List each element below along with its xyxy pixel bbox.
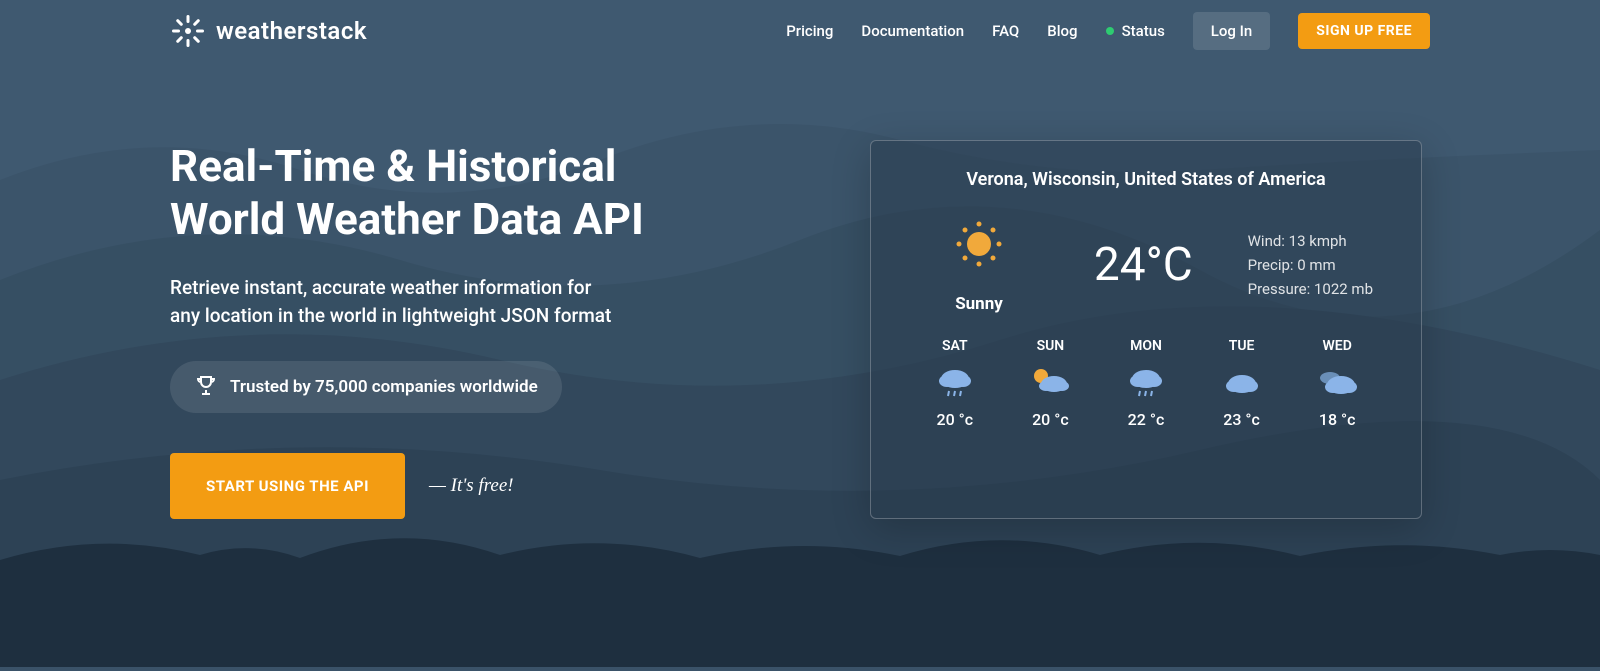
forecast-day: MON 22 °c: [1098, 338, 1194, 429]
hero-title-line2: World Weather Data API: [170, 193, 644, 245]
trophy-icon: [194, 373, 218, 401]
header: weatherstack Pricing Documentation FAQ B…: [0, 0, 1600, 50]
forecast-temp: 22 °c: [1128, 410, 1165, 429]
current-details: Wind: 13 kmph Precip: 0 mm Pressure: 102…: [1248, 232, 1373, 298]
cloudy-icon: [1315, 364, 1359, 400]
weather-location: Verona, Wisconsin, United States of Amer…: [907, 169, 1385, 190]
current-condition: Sunny: [955, 294, 1003, 314]
nav-documentation[interactable]: Documentation: [861, 22, 964, 40]
cloud-icon: [1222, 364, 1262, 400]
weather-current: Sunny 24°C Wind: 13 kmph Precip: 0 mm Pr…: [907, 216, 1385, 314]
forecast-temp: 23 °c: [1223, 410, 1260, 429]
forecast-temp: 20 °c: [1032, 410, 1069, 429]
trusted-text: Trusted by 75,000 companies worldwide: [230, 377, 538, 397]
cta-note: — It's free!: [429, 475, 514, 497]
rain-cloud-icon: [1126, 364, 1166, 400]
sun-icon: [951, 216, 1007, 276]
cta-row: START USING THE API — It's free!: [170, 453, 810, 519]
hero-title: Real-Time & Historical World Weather Dat…: [170, 140, 810, 246]
forecast-day: SAT 20 °c: [907, 338, 1003, 429]
weather-widget: Verona, Wisconsin, United States of Amer…: [870, 140, 1422, 519]
status-label: Status: [1122, 22, 1165, 40]
brand-name: weatherstack: [216, 17, 367, 45]
nav-pricing[interactable]: Pricing: [786, 22, 833, 40]
forecast-day-label: SAT: [942, 338, 968, 354]
forecast-day: TUE 23 °c: [1194, 338, 1290, 429]
signup-button[interactable]: SIGN UP FREE: [1298, 13, 1430, 49]
pressure-detail: Pressure: 1022 mb: [1248, 280, 1373, 298]
logo[interactable]: weatherstack: [170, 13, 367, 49]
forecast-day: WED 18 °c: [1289, 338, 1385, 429]
forecast-temp: 18 °c: [1319, 410, 1356, 429]
forecast-day: SUN 20 °c: [1003, 338, 1099, 429]
nav-status[interactable]: Status: [1106, 22, 1165, 40]
hero-section: Real-Time & Historical World Weather Dat…: [0, 50, 1600, 519]
forecast-day-label: MON: [1130, 338, 1162, 354]
forecast-day-label: TUE: [1229, 338, 1255, 354]
nav-faq[interactable]: FAQ: [992, 22, 1019, 40]
partly-cloudy-icon: [1028, 364, 1072, 400]
status-dot-icon: [1106, 27, 1114, 35]
forecast-temp: 20 °c: [936, 410, 973, 429]
current-condition-block: Sunny: [919, 216, 1039, 314]
forecast-day-label: SUN: [1037, 338, 1065, 354]
trusted-badge: Trusted by 75,000 companies worldwide: [170, 361, 562, 413]
hero-subtitle: Retrieve instant, accurate weather infor…: [170, 274, 810, 331]
forecast-day-label: WED: [1323, 338, 1352, 354]
nav-blog[interactable]: Blog: [1047, 22, 1077, 40]
precip-detail: Precip: 0 mm: [1248, 256, 1373, 274]
hero-title-line1: Real-Time & Historical: [170, 140, 616, 192]
nav: Pricing Documentation FAQ Blog Status Lo…: [786, 12, 1430, 50]
wind-detail: Wind: 13 kmph: [1248, 232, 1373, 250]
hero-sub-line1: Retrieve instant, accurate weather infor…: [170, 276, 591, 299]
forecast-row: SAT 20 °c SUN: [907, 338, 1385, 429]
start-api-button[interactable]: START USING THE API: [170, 453, 405, 519]
hero-sub-line2: any location in the world in lightweight…: [170, 304, 611, 327]
hero-content: Real-Time & Historical World Weather Dat…: [170, 140, 810, 519]
login-button[interactable]: Log In: [1193, 12, 1270, 50]
current-temp: 24°C: [1094, 238, 1193, 292]
rain-cloud-icon: [935, 364, 975, 400]
logo-icon: [170, 13, 206, 49]
